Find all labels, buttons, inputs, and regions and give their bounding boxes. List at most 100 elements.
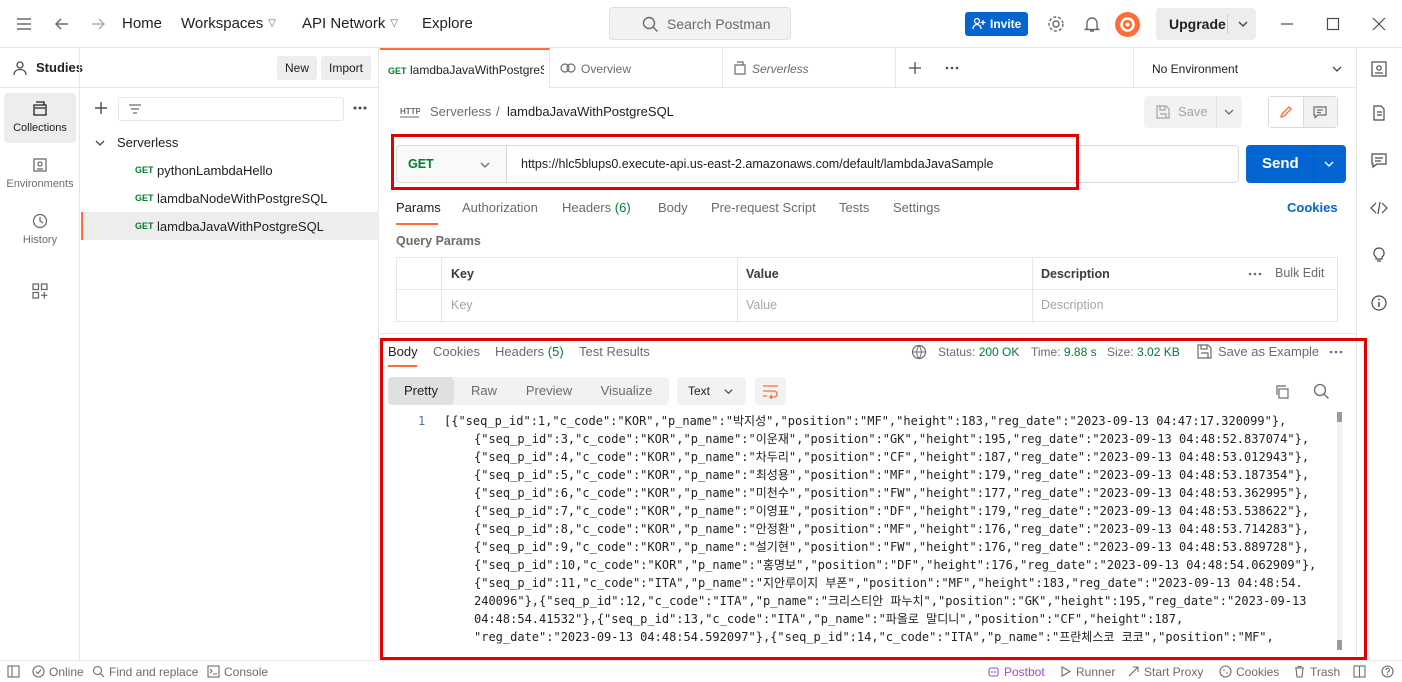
collection-item-serverless[interactable]: Serverless xyxy=(81,128,379,156)
plus-icon[interactable] xyxy=(93,100,109,116)
tab-overview[interactable]: Overview xyxy=(551,48,723,88)
comment-mode-button[interactable] xyxy=(1304,97,1337,127)
response-body-editor[interactable]: 1 [{"seq_p_id":1,"c_code":"KOR","p_name"… xyxy=(388,412,1346,656)
tab-serverless[interactable]: Serverless xyxy=(724,48,896,88)
network-globe-icon[interactable] xyxy=(911,344,927,360)
tab-tests[interactable]: Tests xyxy=(839,200,869,215)
bell-icon[interactable] xyxy=(1082,14,1102,34)
language-select[interactable]: Text xyxy=(677,377,746,405)
help-icon[interactable] xyxy=(1381,665,1394,678)
copy-icon[interactable] xyxy=(1274,384,1290,400)
cookies-link[interactable]: Cookies xyxy=(1287,200,1338,215)
response-tab-body[interactable]: Body xyxy=(388,344,418,359)
cookies-button[interactable]: Cookies xyxy=(1219,665,1279,679)
rail-environments[interactable]: Environments xyxy=(4,149,76,199)
tab-headers[interactable]: Headers (6) xyxy=(562,200,631,215)
value-input[interactable]: Value xyxy=(746,298,777,312)
wrap-lines-button[interactable] xyxy=(755,377,786,405)
scrollbar-thumb[interactable] xyxy=(1337,640,1342,650)
new-tab-icon[interactable] xyxy=(908,61,922,75)
more-tabs-icon[interactable] xyxy=(945,64,959,72)
code-icon[interactable] xyxy=(1370,199,1388,217)
close-icon[interactable] xyxy=(1369,14,1389,34)
runner-button[interactable]: Runner xyxy=(1059,665,1115,679)
filter-input[interactable] xyxy=(118,97,344,121)
nav-api-network[interactable]: API Network ▽ xyxy=(302,15,398,32)
request-item-selected[interactable]: GET lamdbaJavaWithPostgreSQL xyxy=(81,212,379,240)
postbot-button[interactable]: Postbot xyxy=(987,665,1045,679)
postbot-label: Postbot xyxy=(1004,665,1045,679)
breadcrumb-current[interactable]: lamdbaJavaWithPostgreSQL xyxy=(507,104,674,119)
online-status[interactable]: Online xyxy=(32,665,84,679)
request-item[interactable]: GET lamdbaNodeWithPostgreSQL xyxy=(81,184,379,212)
tab-params[interactable]: Params xyxy=(396,200,441,215)
environment-selector[interactable]: No Environment xyxy=(1133,48,1355,88)
tab-request[interactable]: GET lamdbaJavaWithPostgreSQL xyxy=(380,48,550,88)
more-options-icon[interactable] xyxy=(352,103,368,113)
format-visualize[interactable]: Visualize xyxy=(584,377,669,405)
menu-icon[interactable] xyxy=(14,14,34,34)
find-replace-button[interactable]: Find and replace xyxy=(92,665,198,679)
edit-mode-button[interactable] xyxy=(1269,97,1304,127)
request-item[interactable]: GET pythonLambdaHello xyxy=(81,156,379,184)
format-raw[interactable]: Raw xyxy=(454,377,514,405)
response-tab-cookies[interactable]: Cookies xyxy=(433,344,480,359)
nav-explore[interactable]: Explore xyxy=(422,15,473,32)
scrollbar-thumb[interactable] xyxy=(1337,412,1342,422)
new-button[interactable]: New xyxy=(277,56,318,80)
tab-authorization[interactable]: Authorization xyxy=(462,200,538,215)
environment-quicklook-icon[interactable] xyxy=(1370,60,1388,78)
url-input[interactable]: https://hlc5blups0.execute-api.us-east-2… xyxy=(506,145,1239,183)
method-select[interactable]: GET xyxy=(396,145,506,183)
status-value: 200 OK xyxy=(978,345,1020,359)
description-input[interactable]: Description xyxy=(1041,298,1104,312)
rail-collections[interactable]: Collections xyxy=(4,93,76,143)
active-tab-indicator xyxy=(388,365,417,367)
back-arrow-icon[interactable] xyxy=(52,14,72,34)
format-pretty[interactable]: Pretty xyxy=(388,377,454,405)
response-time[interactable]: Time: 9.88 s xyxy=(1031,345,1097,359)
send-button[interactable]: Send xyxy=(1246,145,1346,183)
avatar[interactable] xyxy=(1115,12,1140,37)
import-button[interactable]: Import xyxy=(321,56,372,80)
minimize-icon[interactable] xyxy=(1277,14,1297,34)
info-icon[interactable] xyxy=(1370,294,1388,312)
response-size[interactable]: Size: 3.02 KB xyxy=(1107,345,1180,359)
lightbulb-icon[interactable] xyxy=(1370,246,1388,264)
save-button[interactable]: Save xyxy=(1144,96,1242,128)
comments-icon[interactable] xyxy=(1370,151,1388,169)
trash-button[interactable]: Trash xyxy=(1293,665,1340,679)
forward-arrow-icon[interactable] xyxy=(88,14,108,34)
tab-settings[interactable]: Settings xyxy=(893,200,940,215)
vertical-scrollbar[interactable] xyxy=(1337,412,1342,650)
tab-pre-request-script[interactable]: Pre-request Script xyxy=(711,200,816,215)
search-icon[interactable] xyxy=(1313,383,1330,400)
upgrade-button[interactable]: Upgrade xyxy=(1156,8,1256,40)
invite-button[interactable]: Invite xyxy=(965,12,1028,36)
toggle-sidebar-icon[interactable] xyxy=(7,665,20,678)
console-button[interactable]: Console xyxy=(207,665,268,679)
nav-workspaces[interactable]: Workspaces ▽ xyxy=(181,15,276,32)
tab-body[interactable]: Body xyxy=(658,200,688,215)
format-preview[interactable]: Preview xyxy=(514,377,584,405)
breadcrumb-parent[interactable]: Serverless xyxy=(430,104,491,119)
more-options-icon[interactable] xyxy=(1248,271,1262,277)
gear-icon[interactable] xyxy=(1046,14,1066,34)
search-input[interactable]: Search Postman xyxy=(609,7,791,40)
key-input[interactable]: Key xyxy=(451,298,473,312)
active-tab-indicator xyxy=(396,223,438,225)
rail-history[interactable]: History xyxy=(4,205,76,255)
start-proxy-button[interactable]: Start Proxy xyxy=(1127,665,1203,679)
more-options-icon[interactable] xyxy=(1329,349,1343,355)
save-as-example-button[interactable]: Save as Example xyxy=(1218,344,1319,359)
maximize-icon[interactable] xyxy=(1323,14,1343,34)
configure-workbench-icon[interactable] xyxy=(31,282,49,300)
response-tab-headers[interactable]: Headers (5) xyxy=(495,344,564,359)
documentation-icon[interactable] xyxy=(1370,104,1388,122)
nav-home[interactable]: Home xyxy=(122,15,162,32)
tab-headers-label: Headers xyxy=(562,200,612,215)
response-tab-test-results[interactable]: Test Results xyxy=(579,344,650,359)
two-pane-view-icon[interactable] xyxy=(1353,665,1366,678)
bulk-edit-link[interactable]: Bulk Edit xyxy=(1275,266,1324,280)
response-status[interactable]: Status: 200 OK xyxy=(938,345,1019,359)
